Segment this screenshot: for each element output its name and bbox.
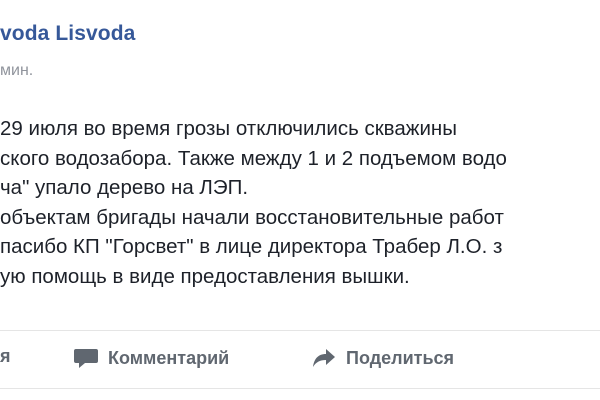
post-author-name[interactable]: voda Lisvoda — [0, 22, 135, 46]
like-button[interactable]: я — [0, 346, 11, 367]
share-button[interactable]: Поделиться — [310, 346, 454, 370]
post-line: ского водозабора. Также между 1 и 2 подъ… — [0, 146, 507, 170]
post-line: объектам бригады начали восстановительны… — [0, 205, 504, 229]
post-line: 29 июля во время грозы отключились скваж… — [0, 117, 457, 140]
comment-button[interactable]: Комментарий — [72, 346, 229, 370]
post-line: пасибо КП "Горсвет" в лице директора Тра… — [0, 235, 503, 258]
actions-divider-bottom — [0, 388, 600, 389]
post-body: 29 июля во время грозы отключились скваж… — [0, 114, 600, 291]
actions-divider-top — [0, 330, 600, 331]
post-actions-bar: я Комментарий Поделиться — [0, 340, 600, 380]
post-timestamp[interactable]: мин. — [0, 62, 33, 80]
comment-label: Комментарий — [108, 347, 230, 368]
like-label: я — [0, 346, 11, 366]
share-label: Поделиться — [346, 347, 455, 368]
post-line: ую помощь в виде предоставления вышки. — [0, 264, 410, 288]
comment-bubble-icon — [72, 346, 100, 370]
share-arrow-icon — [310, 346, 338, 370]
post-line: ча" упало дерево на ЛЭП. — [0, 176, 249, 199]
